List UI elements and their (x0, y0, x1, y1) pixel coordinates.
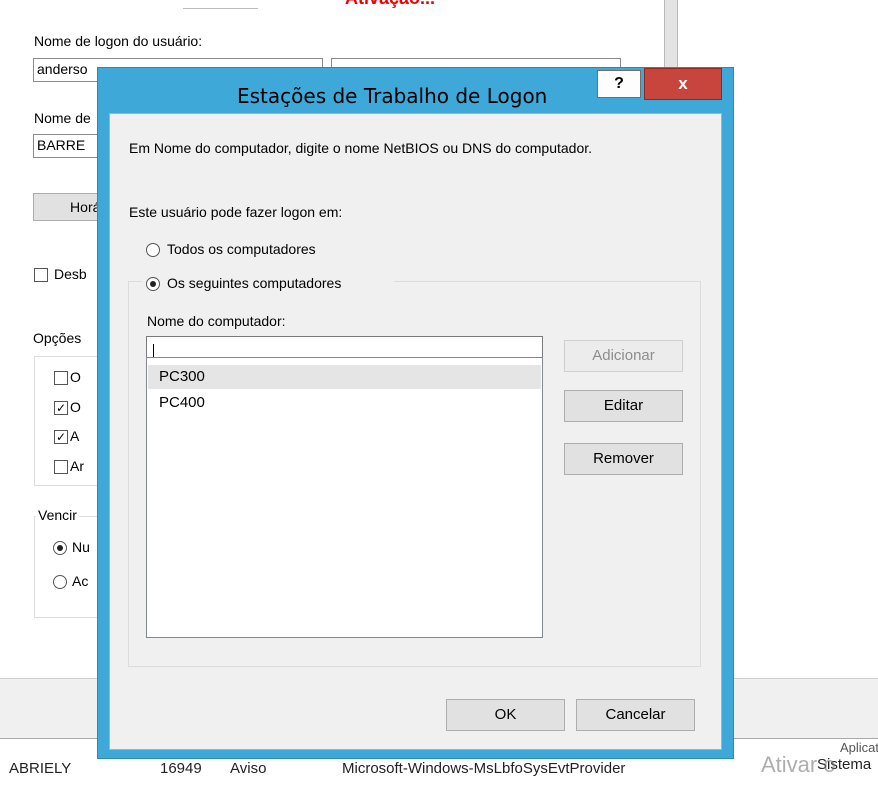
add-button[interactable]: Adicionar (564, 340, 683, 372)
computers-list[interactable]: PC300 PC400 (146, 357, 543, 638)
expires-at-label: Ac (72, 573, 89, 589)
account-option-checkbox[interactable] (54, 371, 68, 385)
all-computers-label: Todos os computadores (167, 241, 316, 257)
all-computers-radio[interactable] (146, 243, 160, 257)
close-button[interactable]: x (644, 68, 722, 100)
logon-name-label: Nome de logon do usuário: (34, 33, 203, 49)
account-expires-label: Vencir (36, 507, 79, 523)
list-item-pc300[interactable]: PC300 (148, 365, 541, 389)
account-option-label: O (70, 399, 81, 415)
account-option-checkbox[interactable] (54, 460, 68, 474)
following-computers-radio[interactable] (146, 277, 160, 291)
event-row-level: Aviso (230, 760, 267, 777)
background-red-heading: Ativação... (345, 0, 665, 8)
help-button[interactable]: ? (597, 70, 641, 98)
account-option-label: O (70, 369, 81, 385)
instructions-text: Em Nome do computador, digite o nome Net… (129, 140, 593, 156)
dialog-title: Estações de Trabalho de Logon (237, 84, 548, 108)
list-item-pc400[interactable]: PC400 (148, 391, 541, 415)
remove-button[interactable]: Remover (564, 443, 683, 475)
expires-never-radio[interactable] (53, 541, 67, 555)
expires-never-label: Nu (72, 539, 90, 555)
background-tab-edge (183, 0, 258, 9)
logon-name-prewin-label: Nome de (34, 110, 91, 126)
account-options-label: Opções (33, 330, 82, 346)
account-option-checkbox[interactable]: ✓ (54, 430, 68, 444)
expires-at-radio[interactable] (53, 575, 67, 589)
edit-button[interactable]: Editar (564, 390, 683, 422)
unlock-account-checkbox[interactable] (34, 268, 48, 282)
activate-windows-watermark: Ativar o (761, 752, 836, 777)
event-row-id: 16949 (160, 760, 202, 777)
account-option-checkbox[interactable]: ✓ (54, 401, 68, 415)
logon-to-label: Este usuário pode fazer logon em: (129, 204, 343, 220)
account-option-label: A (70, 428, 80, 444)
account-option-label: Ar (70, 458, 84, 474)
computer-name-label: Nome do computador: (147, 313, 286, 329)
event-row-user: ABRIELY (9, 760, 72, 777)
background-partial-text: Aplicati (840, 740, 878, 755)
cancel-button[interactable]: Cancelar (576, 699, 695, 731)
following-computers-label: Os seguintes computadores (167, 275, 342, 291)
event-row-source: Microsoft-Windows-MsLbfoSysEvtProvider (342, 760, 626, 777)
ok-button[interactable]: OK (446, 699, 565, 731)
unlock-account-label: Desb (54, 266, 87, 282)
